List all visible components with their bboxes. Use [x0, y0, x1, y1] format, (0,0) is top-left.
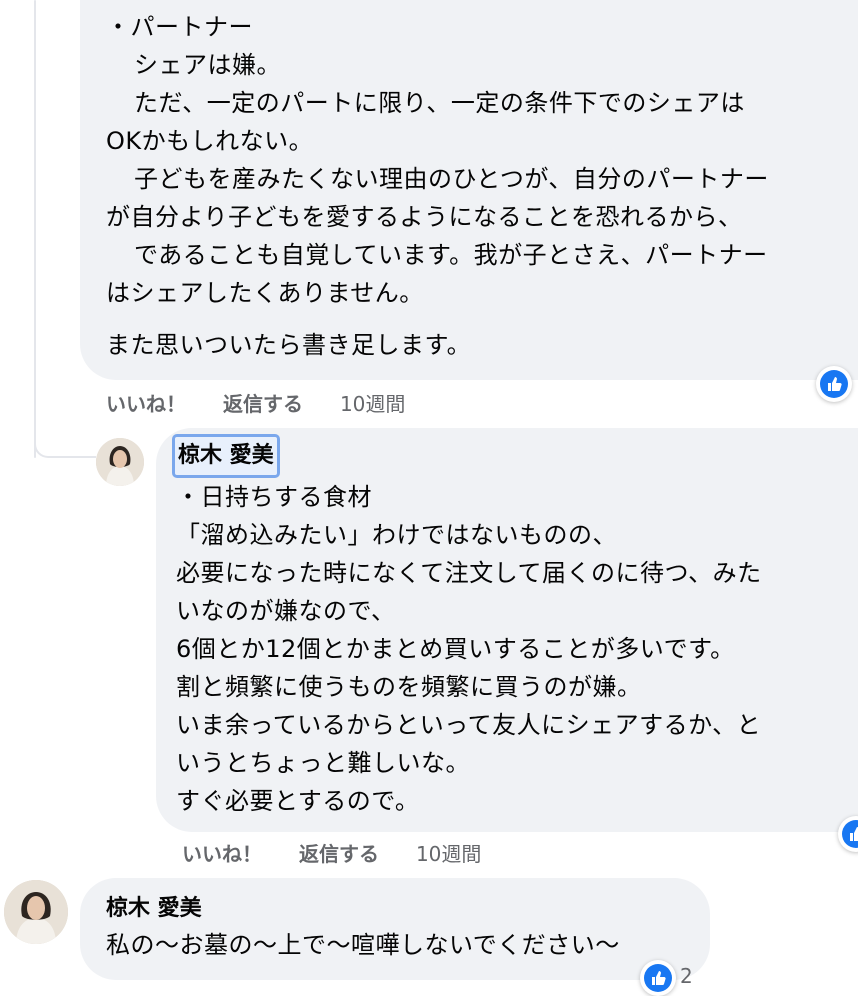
thread-line — [34, 0, 36, 458]
comment-text-line: ・パートナー — [106, 13, 253, 41]
comment-actions: いいね！ 返信する 10週間 — [106, 388, 435, 417]
comment-text-line: いうとちょっと難しいな。 — [176, 749, 470, 777]
comment-author[interactable]: 椋木 愛美 — [106, 892, 202, 926]
thread-branch — [34, 438, 96, 458]
like-reaction-icon[interactable] — [816, 366, 852, 402]
avatar[interactable] — [4, 880, 68, 944]
comment-text-line: が自分より子どもを愛するようになることを恐れるから、 — [106, 203, 743, 231]
comment-text-line: シェアは嫌。 — [134, 51, 281, 79]
comment-text-line: また思いついたら書き足します。 — [106, 331, 472, 359]
comment-bubble: 椋木 愛美 ・日持ちする食材 「溜め込みたい」わけではないものの、 必要になった… — [156, 428, 858, 832]
like-button[interactable]: いいね！ — [182, 842, 262, 866]
reaction-count[interactable]: 2 — [680, 964, 693, 988]
reply-button[interactable]: 返信する — [223, 392, 303, 416]
comment-text-line: 私の〜お墓の〜上で〜喧嘩しないでください〜 — [106, 931, 620, 959]
comment-text-line: OKかもしれない。 — [106, 127, 314, 155]
like-button[interactable]: いいね！ — [106, 392, 186, 416]
comment-text-line: 6個とか12個とかまとめ買いすることが多いです。 — [176, 635, 735, 663]
comment-text-line: 「溜め込みたい」わけではないものの、 — [176, 521, 617, 549]
comment-text-line: すぐ必要とするので。 — [176, 787, 420, 815]
comment-text-line: であることも自覚しています。我が子とさえ、パートナー — [134, 241, 768, 269]
comment-text-line: いなのが嫌なので、 — [176, 597, 396, 625]
like-reaction-icon[interactable] — [640, 960, 676, 996]
comment-author[interactable]: 椋木 愛美 — [172, 434, 280, 478]
avatar[interactable] — [96, 438, 144, 486]
comment-text-line: ・日持ちする食材 — [176, 483, 372, 511]
comment-actions: いいね！ 返信する 10週間 — [182, 838, 511, 867]
comment-text-line: はシェアしたくありません。 — [106, 279, 424, 307]
comment-text-line: いま余っているからといって友人にシェアするか、と — [176, 711, 762, 739]
comment-text-line: 必要になった時になくて注文して届くのに待つ、みた — [176, 559, 762, 587]
timestamp[interactable]: 10週間 — [416, 842, 481, 866]
comment-bubble: 椋木 愛美 私の〜お墓の〜上で〜喧嘩しないでください〜 — [80, 878, 710, 980]
comment-text-line: 子どもを産みたくない理由のひとつが、自分のパートナー — [134, 165, 769, 193]
reply-button[interactable]: 返信する — [299, 842, 379, 866]
comment-text-line: 割と頻繁に使うものを頻繁に買うのが嫌。 — [176, 673, 642, 701]
comment-text-line: ただ、一定のパートに限り、一定の条件下でのシェアは — [134, 89, 745, 117]
timestamp[interactable]: 10週間 — [340, 392, 405, 416]
comment-bubble: ・パートナー シェアは嫌。 ただ、一定のパートに限り、一定の条件下でのシェアは … — [80, 0, 858, 380]
